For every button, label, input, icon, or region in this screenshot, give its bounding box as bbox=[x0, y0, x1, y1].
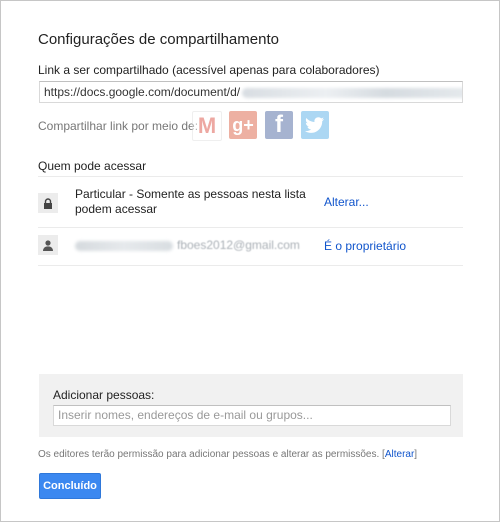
share-link-field[interactable]: https://docs.google.com/document/d/ bbox=[39, 81, 463, 103]
twitter-bird-glyph bbox=[305, 117, 324, 133]
lock-glyph bbox=[44, 197, 52, 209]
visibility-line-1: Particular - Somente as pessoas nesta li… bbox=[75, 187, 306, 201]
owner-entry: fboes2012@gmail.com bbox=[75, 238, 300, 253]
visibility-line-2: podem acessar bbox=[75, 202, 158, 216]
who-has-access-heading: Quem pode acessar bbox=[38, 159, 147, 173]
share-link-value: https://docs.google.com/document/d/ bbox=[44, 85, 241, 99]
sharing-settings-dialog: Configurações de compartilhamento Link a… bbox=[0, 0, 500, 522]
add-people-panel: Adicionar pessoas: Inserir nomes, endere… bbox=[39, 374, 463, 437]
visibility-description: Particular - Somente as pessoas nesta li… bbox=[75, 187, 306, 217]
gmail-icon[interactable]: M bbox=[192, 111, 222, 141]
editor-permission-note: Os editores terão permissão para adicion… bbox=[38, 449, 418, 460]
share-via-label: Compartilhar link por meio de: bbox=[38, 119, 199, 133]
person-icon bbox=[38, 235, 58, 255]
facebook-icon[interactable]: f bbox=[265, 111, 293, 139]
done-button[interactable]: Concluído bbox=[39, 473, 101, 499]
twitter-icon[interactable] bbox=[301, 111, 329, 139]
change-visibility-link[interactable]: Alterar... bbox=[324, 195, 369, 209]
divider bbox=[38, 227, 463, 228]
divider bbox=[38, 176, 463, 177]
editor-permission-text: Os editores terão permissão para adicion… bbox=[38, 449, 380, 460]
add-people-label: Adicionar pessoas: bbox=[53, 388, 155, 402]
lock-icon bbox=[38, 193, 58, 213]
owner-email: fboes2012@gmail.com bbox=[177, 238, 300, 252]
owner-role-link[interactable]: É o proprietário bbox=[324, 239, 406, 253]
share-link-label: Link a ser compartilhado (acessível apen… bbox=[38, 63, 380, 77]
google-plus-icon[interactable]: g+ bbox=[229, 111, 257, 139]
dialog-title: Configurações de compartilhamento bbox=[38, 31, 279, 48]
redacted-owner-name bbox=[75, 240, 173, 251]
person-glyph bbox=[43, 239, 53, 251]
redacted-link-id bbox=[242, 87, 462, 98]
add-people-input[interactable]: Inserir nomes, endereços de e-mail ou gr… bbox=[53, 405, 451, 426]
divider bbox=[38, 265, 463, 266]
change-editor-permission-link[interactable]: Alterar bbox=[385, 449, 414, 460]
